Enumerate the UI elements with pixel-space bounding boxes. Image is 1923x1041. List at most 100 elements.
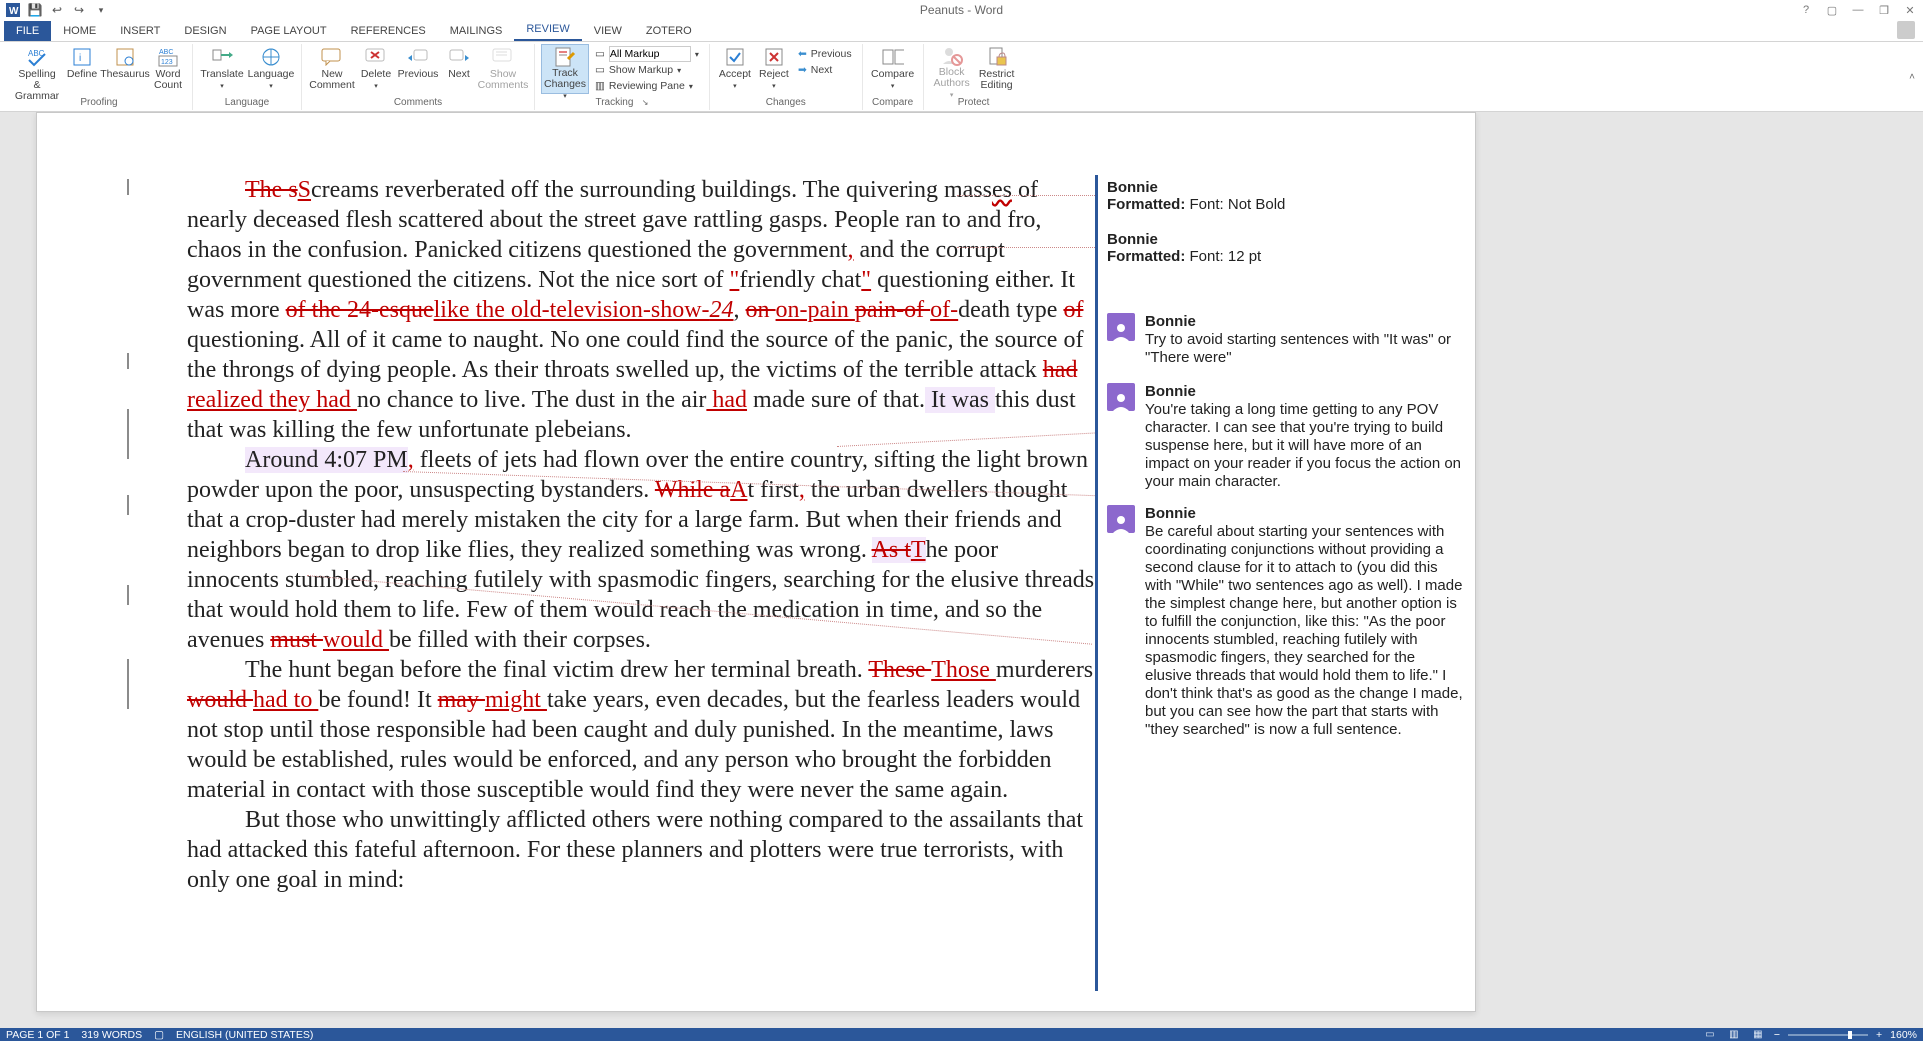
restrict-editing-button[interactable]: Restrict Editing	[976, 44, 1018, 94]
group-comments: New Comment Delete ▾ Previous Next Show …	[302, 44, 535, 110]
reject-button[interactable]: Reject ▾	[756, 44, 792, 94]
svg-text:ABC: ABC	[159, 49, 173, 56]
comment-2[interactable]: Bonnie You're taking a long time getting…	[1107, 383, 1465, 491]
chevron-down-icon: ▾	[677, 66, 681, 75]
title-bar: W 💾 ↩ ↪ ▾ Peanuts - Word ? ▢ — ❐ ✕	[0, 0, 1923, 20]
compare-button[interactable]: Compare ▾	[869, 44, 917, 94]
tab-file[interactable]: FILE	[4, 21, 51, 41]
undo-icon[interactable]: ↩	[48, 1, 66, 19]
account-icon[interactable]	[1897, 21, 1915, 39]
group-label-compare: Compare	[872, 96, 913, 110]
document-page: The sScreams reverberated off the surrou…	[36, 112, 1476, 1012]
help-icon[interactable]: ?	[1797, 1, 1815, 19]
qat-customize-icon[interactable]: ▾	[92, 1, 110, 19]
close-icon[interactable]: ✕	[1901, 1, 1919, 19]
svg-text:W: W	[9, 6, 19, 17]
thesaurus-icon	[114, 46, 136, 68]
compare-icon	[882, 46, 904, 68]
status-words[interactable]: 319 WORDS	[81, 1029, 142, 1041]
paragraph-3: The hunt began before the final victim d…	[187, 655, 1095, 805]
translate-button[interactable]: Translate ▾	[199, 44, 245, 94]
status-bar: PAGE 1 OF 1 319 WORDS ▢ ENGLISH (UNITED …	[0, 1028, 1923, 1041]
zoom-level[interactable]: 160%	[1890, 1029, 1917, 1041]
tab-mailings[interactable]: MAILINGS	[438, 21, 515, 41]
tab-review[interactable]: REVIEW	[514, 19, 581, 41]
block-authors-icon	[941, 46, 963, 66]
comment-1[interactable]: Bonnie Try to avoid starting sentences w…	[1107, 313, 1465, 367]
group-language: Translate ▾ Language ▾ Language	[193, 44, 302, 110]
language-button[interactable]: Language ▾	[247, 44, 295, 94]
minimize-icon[interactable]: —	[1849, 1, 1867, 19]
define-icon: i	[71, 46, 93, 68]
translate-icon	[211, 46, 233, 68]
next-change-icon: ➡	[798, 64, 807, 76]
chevron-down-icon: ▾	[695, 50, 699, 59]
next-change-button[interactable]: ➡Next	[794, 62, 856, 78]
tab-view[interactable]: VIEW	[582, 21, 634, 41]
track-changes-button[interactable]: Track Changes ▾	[541, 44, 589, 94]
group-label-proofing: Proofing	[80, 96, 117, 110]
save-icon[interactable]: 💾	[26, 1, 44, 19]
zoom-in-icon[interactable]: +	[1876, 1029, 1882, 1041]
tab-page-layout[interactable]: PAGE LAYOUT	[239, 21, 339, 41]
show-markup-button[interactable]: ▭Show Markup ▾	[591, 62, 703, 78]
group-changes: Accept ▾ Reject ▾ ⬅Previous ➡Next Change…	[710, 44, 863, 110]
accept-button[interactable]: Accept ▾	[716, 44, 754, 94]
collapse-ribbon-icon[interactable]: ˄	[1909, 71, 1915, 82]
paragraph-2: Around 4:07 PM, fleets of jets had flown…	[187, 445, 1095, 655]
dialog-launcher-icon[interactable]: ↘	[642, 98, 649, 107]
group-label-language: Language	[225, 96, 270, 110]
ribbon-display-icon[interactable]: ▢	[1823, 1, 1841, 19]
group-compare: Compare ▾ Compare	[863, 44, 924, 110]
svg-text:i: i	[79, 53, 81, 64]
proofing-icon[interactable]: ▢	[154, 1029, 164, 1041]
paragraph-1: The sScreams reverberated off the surrou…	[187, 175, 1095, 445]
word-icon: W	[4, 1, 22, 19]
chevron-down-icon: ▾	[950, 90, 954, 101]
thesaurus-button[interactable]: Thesaurus	[102, 44, 148, 94]
tab-zotero[interactable]: ZOTERO	[634, 21, 704, 41]
display-markup-value[interactable]	[609, 46, 691, 62]
markup-list-icon: ▭	[595, 64, 605, 76]
prev-change-icon: ⬅	[798, 48, 807, 60]
zoom-out-icon[interactable]: −	[1774, 1029, 1780, 1041]
group-protect: Block Authors ▾ Restrict Editing Protect	[924, 44, 1024, 110]
web-layout-icon[interactable]: ▦	[1750, 1029, 1766, 1041]
reviewing-pane-button[interactable]: ▥Reviewing Pane ▾	[591, 78, 703, 94]
delete-comment-button[interactable]: Delete ▾	[358, 44, 394, 94]
group-label-protect: Protect	[958, 96, 990, 110]
chevron-down-icon: ▾	[733, 81, 737, 92]
define-button[interactable]: i Define	[64, 44, 100, 94]
group-proofing: ABC Spelling & Grammar i Define Thesauru…	[6, 44, 193, 110]
status-language[interactable]: ENGLISH (UNITED STATES)	[176, 1029, 313, 1041]
word-count-icon: ABC123	[157, 46, 179, 68]
show-comments-button[interactable]: Show Comments	[478, 44, 528, 94]
zoom-slider[interactable]	[1788, 1034, 1868, 1036]
new-comment-button[interactable]: New Comment	[308, 44, 356, 94]
tab-design[interactable]: DESIGN	[172, 21, 238, 41]
redo-icon[interactable]: ↪	[70, 1, 88, 19]
block-authors-button[interactable]: Block Authors ▾	[930, 44, 974, 94]
next-comment-button[interactable]: Next	[442, 44, 476, 94]
display-for-review-dropdown[interactable]: ▭▾	[591, 46, 703, 62]
formatted-balloon-1[interactable]: Bonnie Formatted: Font: Not Bold	[1107, 179, 1285, 213]
read-mode-icon[interactable]: ▭	[1702, 1029, 1718, 1041]
markup-area: Bonnie Formatted: Font: Not Bold Bonnie …	[1095, 113, 1471, 1011]
tab-references[interactable]: REFERENCES	[339, 21, 438, 41]
tab-insert[interactable]: INSERT	[108, 21, 172, 41]
chevron-down-icon: ▾	[269, 81, 273, 92]
spelling-grammar-button[interactable]: ABC Spelling & Grammar	[12, 44, 62, 94]
tab-home[interactable]: HOME	[51, 21, 108, 41]
word-count-button[interactable]: ABC123 Word Count	[150, 44, 186, 94]
previous-comment-button[interactable]: Previous	[396, 44, 440, 94]
comment-3[interactable]: Bonnie Be careful about starting your se…	[1107, 505, 1465, 739]
print-layout-icon[interactable]: ▥	[1726, 1029, 1742, 1041]
previous-change-button[interactable]: ⬅Previous	[794, 46, 856, 62]
previous-icon	[407, 46, 429, 68]
restore-icon[interactable]: ❐	[1875, 1, 1893, 19]
ribbon-tabs: FILE HOME INSERT DESIGN PAGE LAYOUT REFE…	[0, 20, 1923, 42]
chevron-down-icon: ▾	[374, 81, 378, 92]
status-page[interactable]: PAGE 1 OF 1	[6, 1029, 69, 1041]
chevron-down-icon: ▾	[220, 81, 224, 92]
formatted-balloon-2[interactable]: Bonnie Formatted: Font: 12 pt	[1107, 231, 1261, 265]
